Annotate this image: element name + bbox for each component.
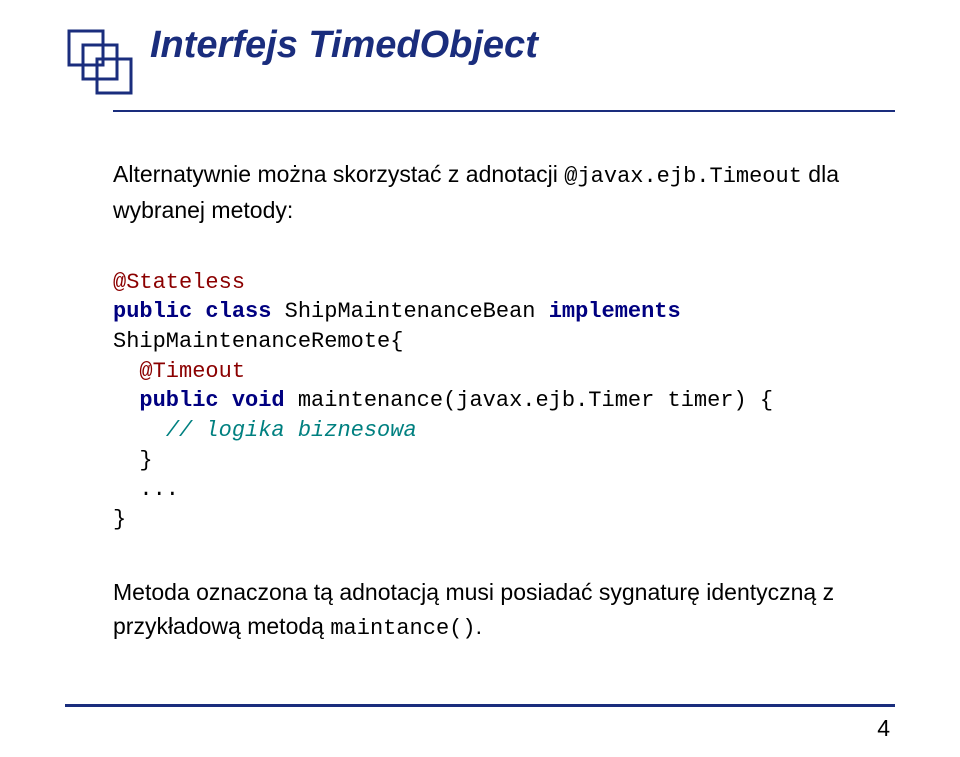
- code-interface: ShipMaintenanceRemote{: [113, 329, 403, 354]
- slide-container: Interfejs TimedObject Alternatywnie możn…: [0, 0, 960, 757]
- code-brace-1: }: [113, 448, 153, 473]
- code-kw-implements: implements: [549, 299, 681, 324]
- code-method: maintenance(javax.ejb.Timer timer) {: [285, 388, 773, 413]
- code-kw-void: void: [232, 388, 285, 413]
- title-underline: [113, 110, 895, 112]
- code-block: @Stateless public class ShipMaintenanceB…: [113, 268, 875, 535]
- code-indent-1: [113, 388, 139, 413]
- footer-line: [65, 704, 895, 707]
- code-annotation-1: @Stateless: [113, 270, 245, 295]
- code-classname: ShipMaintenanceBean: [271, 299, 548, 324]
- page-number: 4: [877, 715, 890, 742]
- footer-paragraph: Metoda oznaczona tą adnotacją musi posia…: [113, 575, 875, 646]
- code-kw-public-2: public: [139, 388, 218, 413]
- page-title: Interfejs TimedObject: [150, 25, 538, 67]
- slide-content: Alternatywnie można skorzystać z adnotac…: [113, 157, 875, 645]
- code-ellipsis: ...: [113, 477, 179, 502]
- code-annotation-2: @Timeout: [113, 359, 245, 384]
- code-brace-2: }: [113, 507, 126, 532]
- code-kw-class: class: [205, 299, 271, 324]
- slide-header: Interfejs TimedObject: [65, 25, 895, 102]
- footer-code: maintance(): [330, 616, 475, 641]
- code-kw-public-1: public: [113, 299, 192, 324]
- intro-paragraph: Alternatywnie można skorzystać z adnotac…: [113, 157, 875, 228]
- intro-code: @javax.ejb.Timeout: [564, 164, 802, 189]
- intro-text-1: Alternatywnie można skorzystać z adnotac…: [113, 161, 564, 187]
- code-indent-2: [113, 418, 166, 443]
- logo-icon: [65, 27, 135, 102]
- code-comment: // logika biznesowa: [166, 418, 417, 443]
- footer-text-2: .: [476, 613, 482, 639]
